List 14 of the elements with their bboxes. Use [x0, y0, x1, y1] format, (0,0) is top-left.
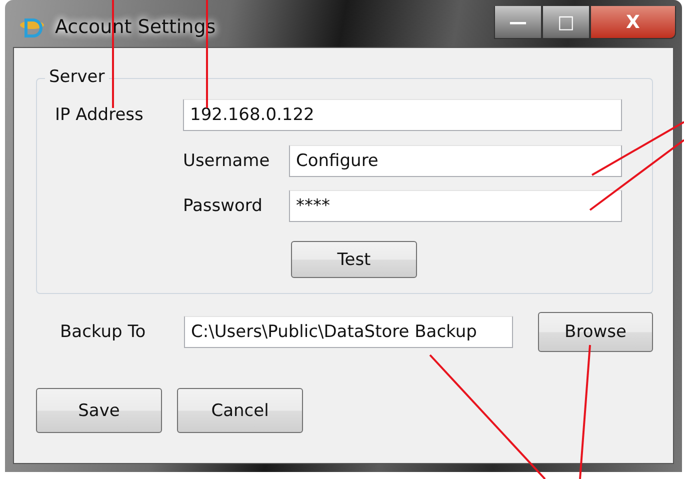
browse-button[interactable]: Browse: [538, 312, 653, 352]
field-label: Username: [183, 151, 271, 171]
cancel-button[interactable]: Cancel: [177, 388, 303, 433]
test-button[interactable]: Test: [291, 241, 417, 278]
username-field[interactable]: Configure: [289, 145, 622, 177]
close-button[interactable]: X: [590, 6, 676, 39]
field-label: Password: [183, 196, 264, 216]
field-label: IP Address: [55, 105, 144, 125]
field-label: Backup To: [60, 322, 147, 342]
backup-path-field[interactable]: C:\Users\Public\DataStore Backup: [184, 316, 513, 348]
password-field[interactable]: ****: [289, 190, 622, 222]
ip-address-field[interactable]: 192.168.0.122: [183, 99, 622, 131]
save-button[interactable]: Save: [36, 388, 162, 433]
app-icon: [19, 16, 45, 38]
